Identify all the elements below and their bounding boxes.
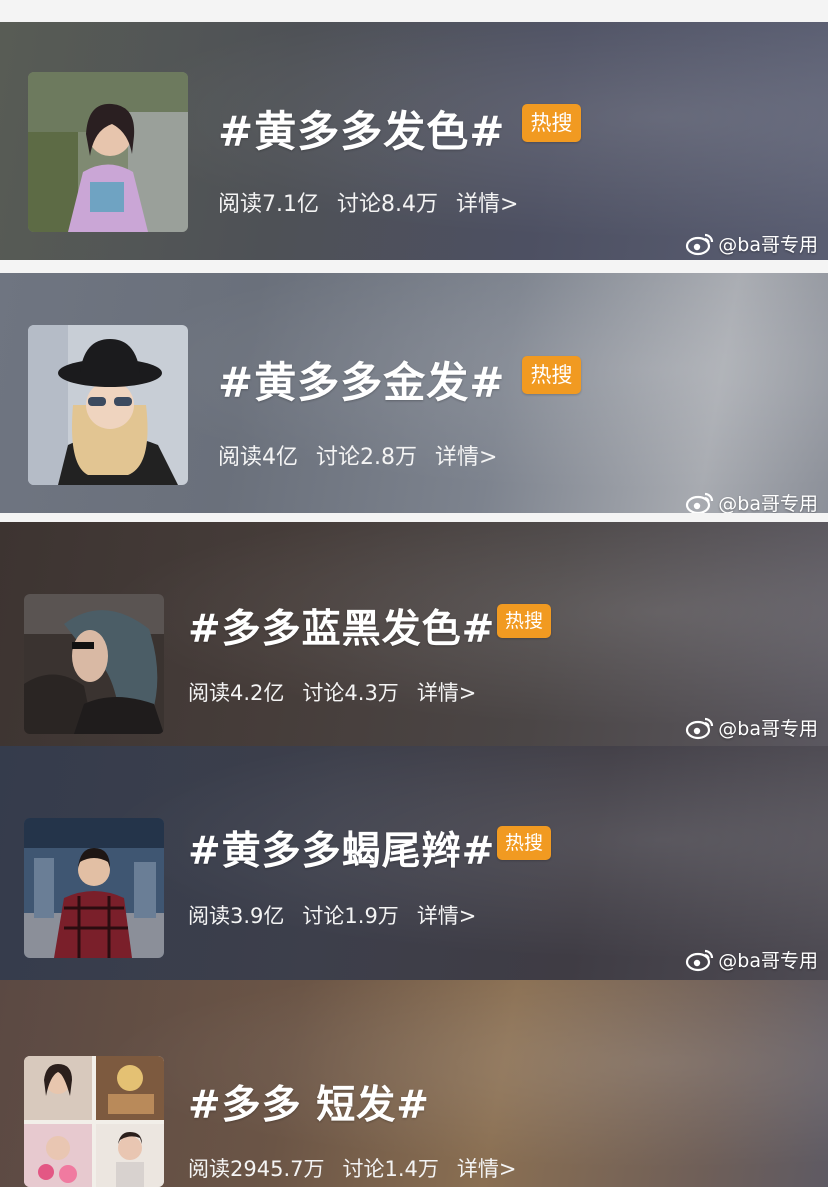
topic-card-1[interactable]: #黄多多发色# 热搜 阅读7.1亿 讨论8.4万 详情> @ba哥专用 xyxy=(0,22,828,260)
topic-title-4[interactable]: #黄多多蝎尾辫# xyxy=(188,820,495,876)
photo-collage xyxy=(24,1056,164,1187)
hot-search-badge: 热搜 xyxy=(522,104,581,142)
details-link[interactable]: 详情> xyxy=(417,904,477,928)
topic-thumbnail-5[interactable] xyxy=(24,1056,164,1187)
topic-stats-5: 阅读2945.7万 讨论1.4万 详情> xyxy=(188,1153,517,1183)
topic-thumbnail-4[interactable] xyxy=(24,818,164,958)
read-count: 阅读4亿 xyxy=(218,445,298,470)
hot-search-badge: 热搜 xyxy=(497,604,551,638)
details-link[interactable]: 详情> xyxy=(456,192,518,217)
watermark-text: @ba哥专用 xyxy=(718,718,818,740)
discussion-count: 讨论2.8万 xyxy=(316,445,417,470)
topic-card-4[interactable]: #黄多多蝎尾辫# 热搜 阅读3.9亿 讨论1.9万 详情> @ba哥专用 xyxy=(0,746,828,980)
weibo-watermark: @ba哥专用 xyxy=(685,714,818,741)
topic-card-2[interactable]: #黄多多金发# 热搜 阅读4亿 讨论2.8万 详情> @ba哥专用 xyxy=(0,273,828,513)
topic-thumbnail-3[interactable] xyxy=(24,594,164,734)
details-link[interactable]: 详情> xyxy=(457,1157,517,1181)
photo-girl-pink-tshirt xyxy=(28,72,188,232)
topic-thumbnail-1[interactable] xyxy=(28,72,188,232)
read-count: 阅读7.1亿 xyxy=(218,192,319,217)
hot-search-badge: 热搜 xyxy=(522,356,581,394)
read-count: 阅读2945.7万 xyxy=(188,1157,325,1181)
discussion-count: 讨论4.3万 xyxy=(302,681,399,705)
watermark-text: @ba哥专用 xyxy=(718,493,818,513)
topic-stats-3: 阅读4.2亿 讨论4.3万 详情> xyxy=(188,677,476,707)
discussion-count: 讨论1.4万 xyxy=(342,1157,439,1181)
topic-card-5[interactable]: #多多 短发# 阅读2945.7万 讨论1.4万 详情> xyxy=(0,980,828,1187)
topic-thumbnail-2[interactable] xyxy=(28,325,188,485)
weibo-watermark: @ba哥专用 xyxy=(685,946,818,973)
weibo-logo-icon xyxy=(685,948,715,972)
details-link[interactable]: 详情> xyxy=(435,445,497,470)
topic-stats-1: 阅读7.1亿 讨论8.4万 详情> xyxy=(218,186,518,218)
read-count: 阅读4.2亿 xyxy=(188,681,285,705)
discussion-count: 讨论1.9万 xyxy=(302,904,399,928)
weibo-watermark: @ba哥专用 xyxy=(685,489,818,513)
weibo-watermark: @ba哥专用 xyxy=(685,230,818,257)
topic-title-1[interactable]: #黄多多发色# xyxy=(218,98,505,159)
weibo-logo-icon xyxy=(685,232,715,256)
weibo-logo-icon xyxy=(685,491,715,513)
topic-title-2[interactable]: #黄多多金发# xyxy=(218,349,505,410)
photo-girl-plaid-shirt xyxy=(24,818,164,958)
topic-stats-2: 阅读4亿 讨论2.8万 详情> xyxy=(218,439,497,471)
hot-search-badge: 热搜 xyxy=(497,826,551,860)
topic-title-5[interactable]: #多多 短发# xyxy=(188,1074,430,1130)
details-link[interactable]: 详情> xyxy=(417,681,477,705)
screenshot-page: #黄多多发色# 热搜 阅读7.1亿 讨论8.4万 详情> @ba哥专用 #黄多多… xyxy=(0,0,828,1187)
topic-title-3[interactable]: #多多蓝黑发色# xyxy=(188,598,495,654)
weibo-logo-icon xyxy=(685,716,715,740)
photo-girl-black-hat xyxy=(28,325,188,485)
watermark-text: @ba哥专用 xyxy=(718,234,818,256)
topic-card-3[interactable]: #多多蓝黑发色# 热搜 阅读4.2亿 讨论4.3万 详情> @ba哥专用 xyxy=(0,522,828,746)
watermark-text: @ba哥专用 xyxy=(718,950,818,972)
discussion-count: 讨论8.4万 xyxy=(337,192,438,217)
read-count: 阅读3.9亿 xyxy=(188,904,285,928)
photo-girl-blue-black-hair xyxy=(24,594,164,734)
topic-stats-4: 阅读3.9亿 讨论1.9万 详情> xyxy=(188,900,476,930)
